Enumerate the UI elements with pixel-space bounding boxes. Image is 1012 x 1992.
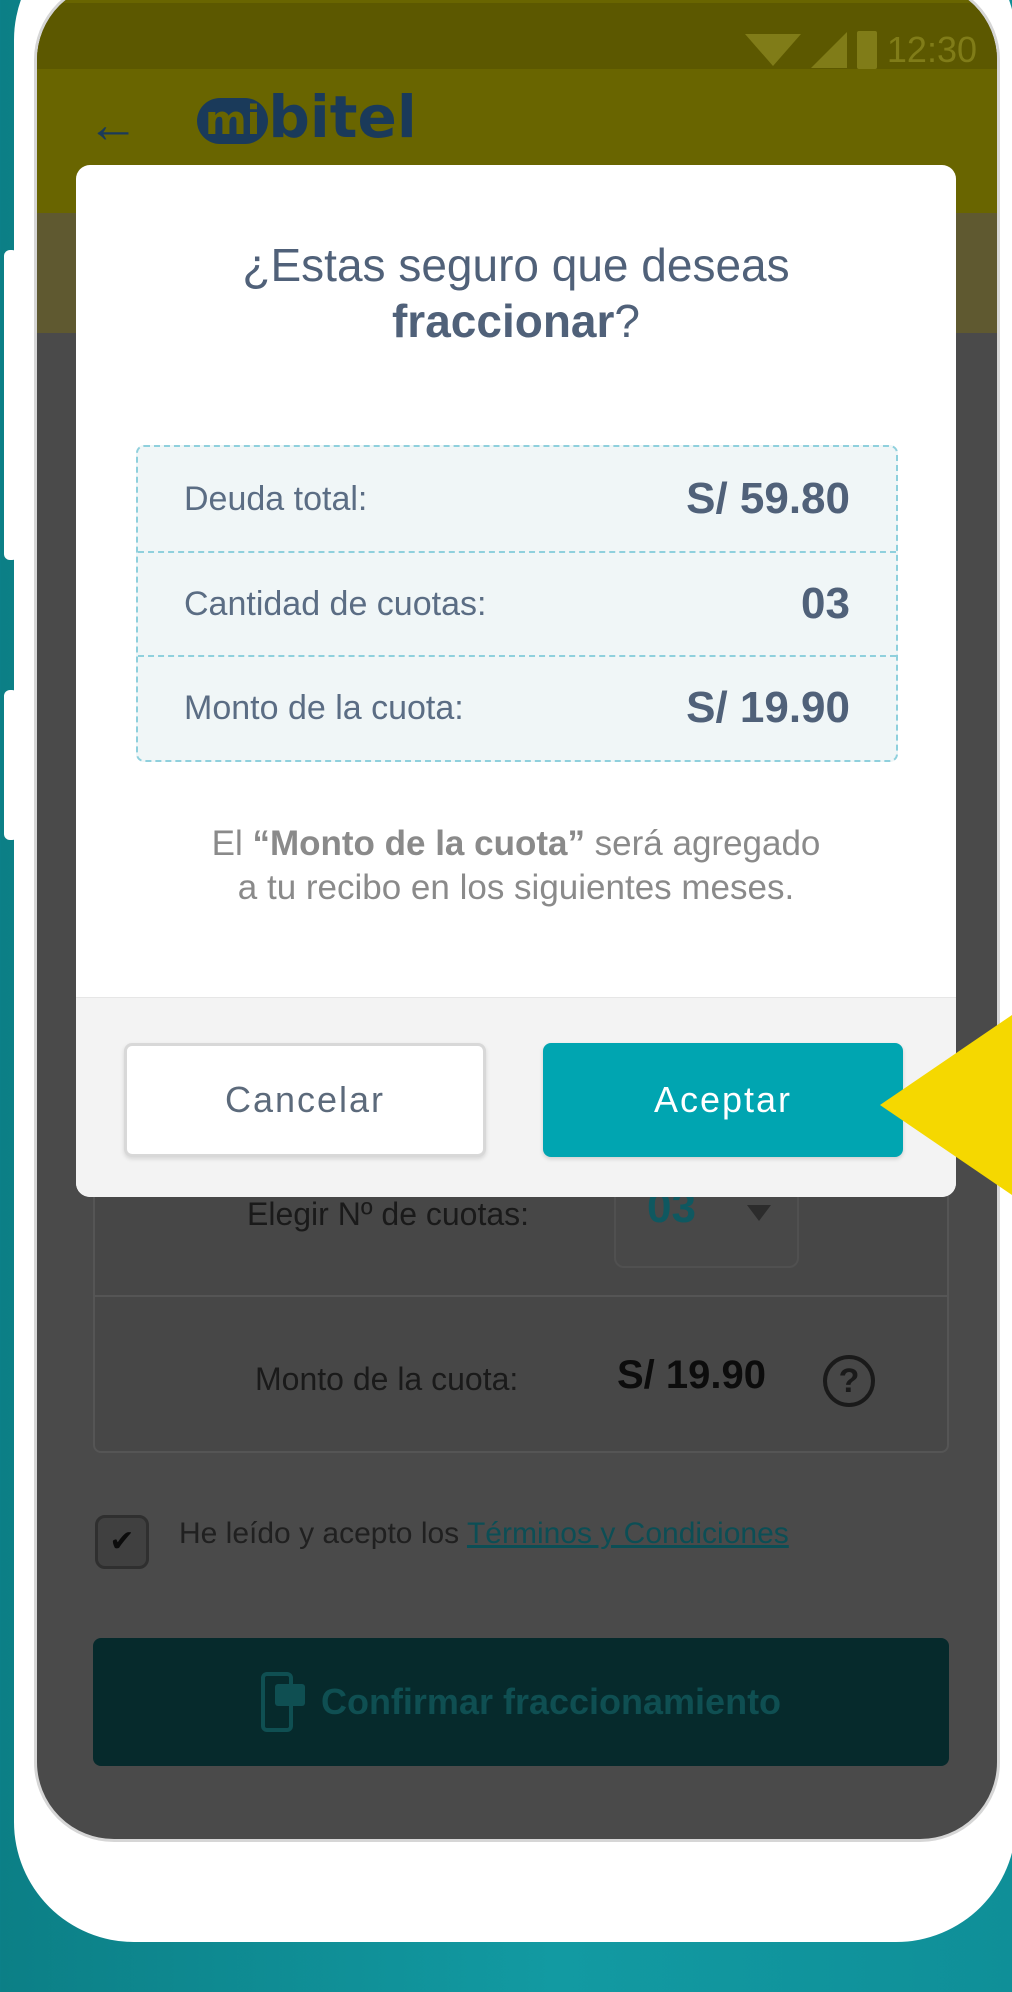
battery-icon — [856, 31, 877, 69]
accept-button[interactable]: Aceptar — [543, 1043, 903, 1157]
terms-prefix: He leído y acepto los — [179, 1517, 467, 1550]
installment-amount-label: Monto de la cuota: — [255, 1361, 519, 1397]
wifi-icon — [744, 34, 801, 66]
card-divider — [93, 1295, 949, 1297]
note-line2: a tu recibo en los siguientes meses. — [237, 868, 795, 907]
summary-value: S/ 19.90 — [686, 683, 850, 732]
summary-value: 03 — [801, 579, 850, 628]
phone-card-icon — [260, 1672, 305, 1732]
summary-row-total-debt: Deuda total: S/ 59.80 — [138, 447, 896, 551]
chevron-down-icon — [747, 1205, 771, 1221]
dialog-title-bold: fraccionar — [391, 295, 615, 347]
signal-icon — [810, 32, 847, 68]
help-icon[interactable]: ? — [823, 1355, 875, 1407]
note-prefix: El — [211, 824, 253, 863]
dialog-title-suffix: ? — [614, 295, 641, 347]
dialog-title: ¿Estas seguro que deseas fraccionar? — [76, 237, 956, 349]
dialog-title-line1: ¿Estas seguro que deseas — [242, 239, 790, 291]
terms-text: He leído y acepto los Términos y Condici… — [179, 1517, 789, 1551]
status-bar: 12:30 — [37, 3, 997, 70]
bitel-logo: mi bitel — [197, 83, 417, 151]
summary-label: Monto de la cuota: — [184, 688, 464, 727]
dialog-footer: Cancelar Aceptar — [76, 997, 956, 1197]
terms-link[interactable]: Términos y Condiciones — [467, 1517, 789, 1550]
summary-row-installment-count: Cantidad de cuotas: 03 — [138, 551, 896, 655]
confirm-button-label: Confirmar fraccionamiento — [320, 1681, 782, 1722]
cancel-button[interactable]: Cancelar — [124, 1043, 486, 1157]
logo-text: bitel — [268, 83, 417, 151]
side-button-upper — [4, 250, 18, 560]
back-arrow-icon[interactable]: ← — [87, 95, 139, 155]
confirmation-dialog: ¿Estas seguro que deseas fraccionar? Deu… — [76, 165, 956, 1197]
dialog-note: El “Monto de la cuota” será agregado a t… — [76, 822, 956, 910]
note-rest-line1: será agregado — [584, 824, 821, 863]
terms-checkbox[interactable]: ✔ — [95, 1515, 149, 1569]
note-bold: “Monto de la cuota” — [252, 824, 585, 863]
summary-value: S/ 59.80 — [686, 474, 850, 523]
highlight-pointer-icon — [880, 1015, 1012, 1195]
installments-label: Elegir Nº de cuotas: — [247, 1196, 530, 1232]
side-button-lower — [4, 690, 18, 840]
logo-prefix: mi — [197, 97, 269, 144]
summary-row-installment-amount: Monto de la cuota: S/ 19.90 — [138, 655, 896, 759]
summary-label: Cantidad de cuotas: — [184, 584, 487, 623]
debt-summary-box: Deuda total: S/ 59.80 Cantidad de cuotas… — [136, 445, 898, 762]
installment-amount-value: S/ 19.90 — [617, 1353, 767, 1397]
confirm-installments-button[interactable]: Confirmar fraccionamiento — [93, 1638, 949, 1766]
status-time: 12:30 — [886, 29, 977, 70]
summary-label: Deuda total: — [184, 479, 368, 518]
